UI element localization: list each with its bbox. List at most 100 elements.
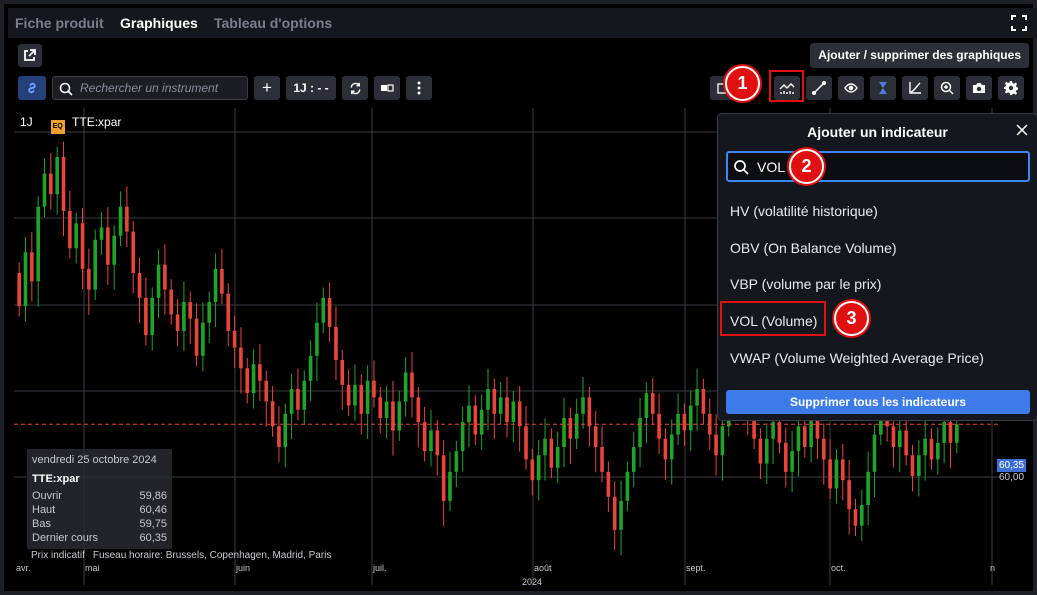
candle-body <box>144 297 148 336</box>
indicator-item-vbp[interactable]: VBP (volume par le prix) <box>730 276 881 292</box>
candle-body <box>315 322 319 356</box>
instrument-search-input[interactable]: Rechercher un instrument <box>52 76 248 100</box>
info-date: vendredi 25 octobre 2024 <box>32 454 157 466</box>
open-external-button[interactable] <box>18 44 42 67</box>
candle-body <box>175 314 180 331</box>
indicator-item-hv[interactable]: HV (volatilité historique) <box>730 203 878 219</box>
candle-body <box>334 326 338 360</box>
zoom-button[interactable] <box>934 76 960 100</box>
tab-bar: Fiche produit Graphiques Tableau d'optio… <box>8 8 1037 38</box>
candle-body <box>917 455 921 476</box>
period-selector[interactable]: 1J : - - <box>286 76 336 100</box>
candle-body <box>30 252 34 282</box>
eye-icon <box>844 83 858 93</box>
screenshot-button[interactable] <box>966 76 992 100</box>
candle-body <box>467 405 471 423</box>
candle-body <box>327 297 332 327</box>
candle-body <box>543 438 547 456</box>
candle-body <box>783 442 788 472</box>
crosshair-button[interactable] <box>870 76 896 100</box>
info-row-high: Haut 60,46 <box>32 504 167 516</box>
candle-body <box>226 293 231 331</box>
equity-badge: EQ <box>50 120 65 134</box>
app-frame: Fiche produit Graphiques Tableau d'optio… <box>0 0 1037 595</box>
candle-body <box>391 401 395 431</box>
x-tick-label: n <box>990 563 996 573</box>
candle-body <box>416 397 421 423</box>
candle-body <box>68 210 72 249</box>
candle-body <box>296 389 300 410</box>
candle-body <box>923 438 927 456</box>
candle-body <box>619 500 623 530</box>
candle-body <box>606 471 611 497</box>
candle-body <box>891 426 896 447</box>
link-button[interactable] <box>18 76 46 100</box>
candle-body <box>93 239 97 290</box>
candle-body <box>942 422 946 443</box>
x-tick-label: juil. <box>373 563 387 573</box>
x-tick-label: avr. <box>16 563 31 573</box>
delete-all-indicators-button[interactable]: Supprimer tous les indicateurs <box>726 390 1030 414</box>
trend-line-icon <box>812 81 826 95</box>
candle-body <box>169 289 174 315</box>
candle-body <box>631 447 636 472</box>
add-indicator-popup: Ajouter un indicateur VOL HV (volatilité… <box>717 113 1037 421</box>
candle-body <box>669 434 674 460</box>
legend-symbol: TTE:xpar <box>72 115 122 129</box>
highlight-vol-item <box>720 301 826 336</box>
info-row-open: Ouvrir 59,86 <box>32 490 167 502</box>
tab-fiche-produit[interactable]: Fiche produit <box>15 15 104 31</box>
refresh-button[interactable] <box>342 76 368 100</box>
fullscreen-icon[interactable] <box>1011 15 1027 31</box>
indicator-item-obv[interactable]: OBV (On Balance Volume) <box>730 240 897 256</box>
tab-graphiques[interactable]: Graphiques <box>120 15 198 31</box>
candle-body <box>834 459 839 489</box>
candle-body <box>49 173 53 195</box>
candle-body <box>828 459 832 489</box>
candle-body <box>435 430 440 456</box>
candle-body <box>410 372 414 398</box>
draw-line-button[interactable] <box>806 76 832 100</box>
candle-body <box>251 364 256 394</box>
visibility-button[interactable] <box>838 76 864 100</box>
settings-button[interactable] <box>998 76 1024 100</box>
more-options-button[interactable] <box>406 76 432 100</box>
candle-body <box>796 426 801 452</box>
candle-body <box>220 268 224 294</box>
camera-icon <box>973 83 985 93</box>
candle-body <box>23 252 28 307</box>
candle-body <box>948 422 953 443</box>
candle-body <box>74 223 78 249</box>
add-remove-charts-button[interactable]: Ajouter / supprimer des graphiques <box>810 43 1029 68</box>
candle-body <box>898 430 902 447</box>
candle-body <box>213 268 218 302</box>
chart-legend: 1J EQ TTE:xpar <box>20 115 121 134</box>
indicator-item-vwap[interactable]: VWAP (Volume Weighted Average Price) <box>730 350 984 366</box>
popup-title: Ajouter un indicateur <box>807 124 948 140</box>
candle-body <box>188 302 193 319</box>
candle-body <box>790 451 794 472</box>
refresh-icon <box>350 82 360 94</box>
candle-body <box>479 409 484 435</box>
candle-body <box>904 430 908 456</box>
candle-body <box>695 389 699 406</box>
add-instrument-button[interactable]: + <box>254 76 280 100</box>
tab-tableau-options[interactable]: Tableau d'options <box>214 15 332 31</box>
year-label: 2024 <box>522 577 543 587</box>
indicator-search-input[interactable]: VOL <box>726 151 1030 182</box>
hourglass-icon <box>879 82 887 94</box>
candle-body <box>524 426 528 460</box>
candle-body <box>809 418 813 447</box>
chart-style-button[interactable] <box>374 76 400 100</box>
candle-body <box>156 264 161 298</box>
axis-settings-button[interactable] <box>902 76 928 100</box>
candle-body <box>720 426 725 456</box>
candle-body <box>758 438 763 464</box>
close-icon[interactable] <box>1015 123 1029 137</box>
candle-body <box>517 401 522 427</box>
candle-body <box>36 206 40 282</box>
x-tick-label: juin <box>236 563 251 573</box>
candle-body <box>663 438 668 460</box>
step-badge-3: 3 <box>834 301 869 336</box>
candle-body <box>777 422 782 443</box>
